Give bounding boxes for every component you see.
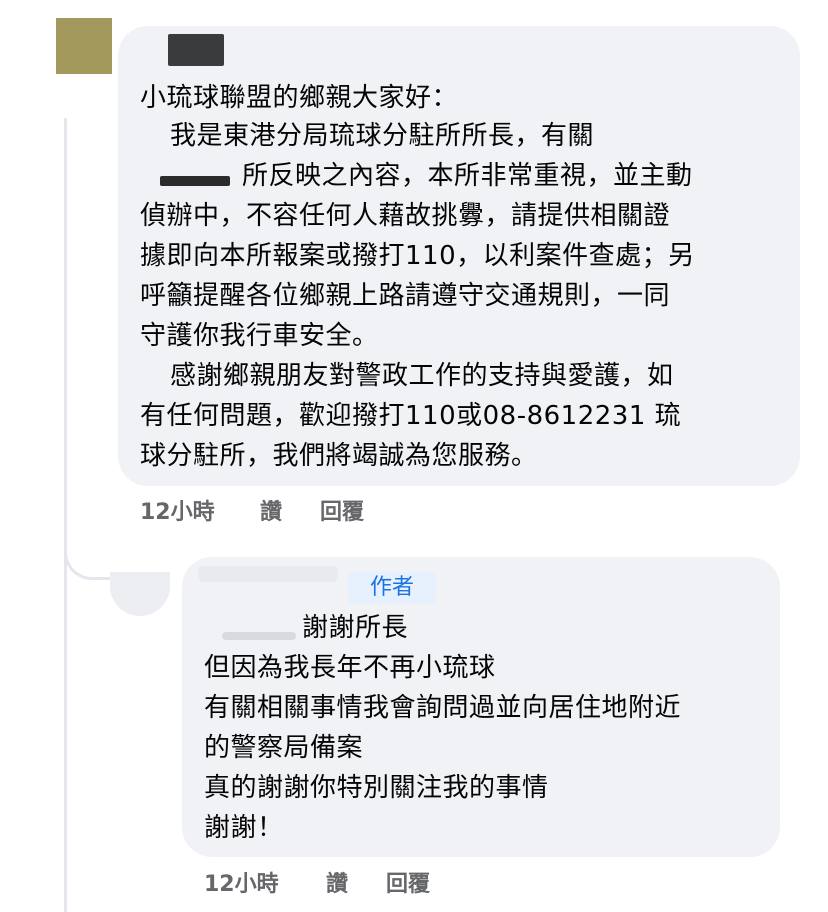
timestamp[interactable]: 12小時 [140, 498, 215, 528]
redacted-author-name[interactable] [168, 34, 224, 66]
comment-actions: 12小時 讚 回覆 [0, 498, 828, 528]
reply-button[interactable]: 回覆 [320, 498, 364, 528]
avatar[interactable] [110, 572, 170, 616]
redacted-text [160, 176, 230, 186]
reply-actions: 12小時 讚 回覆 [0, 870, 828, 900]
avatar[interactable] [56, 18, 112, 74]
comment-text-line: 偵辦中，不容任何人藉故挑釁，請提供相關證 [140, 201, 671, 231]
comment-text-line: 據即向本所報案或撥打110，以利案件查處；另 [140, 241, 695, 271]
comment-text-line: 感謝鄉親朋友對警政工作的支持與愛護，如 [170, 361, 674, 391]
redacted-text [222, 632, 296, 640]
comment-text-line: 守護你我行車安全。 [140, 321, 379, 351]
like-button[interactable]: 讚 [260, 498, 282, 528]
comment-text-line: 小琉球聯盟的鄉親大家好： [140, 83, 459, 113]
reply-text-line: 謝謝所長 [302, 613, 409, 643]
reply-text-line: 但因為我長年不再小琉球 [204, 653, 496, 683]
reply-button[interactable]: 回覆 [386, 870, 430, 900]
comment-text-line: 我是東港分局琉球分駐所所長，有關 [170, 121, 595, 151]
redacted-author-name[interactable] [198, 566, 338, 582]
reply-text-line: 有關相關事情我會詢問過並向居住地附近 [204, 693, 682, 723]
like-button[interactable]: 讚 [326, 870, 348, 900]
reply-text-line: 真的謝謝你特別關注我的事情 [204, 773, 549, 803]
comment-text-line: 所反映之內容，本所非常重視，並主動 [242, 161, 693, 191]
comment-text-line: 有任何問題，歡迎撥打110或08-8612231 琉 [140, 401, 682, 431]
author-badge: 作者 [348, 572, 436, 604]
timestamp[interactable]: 12小時 [204, 870, 279, 900]
comment-text-line: 球分駐所，我們將竭誠為您服務。 [140, 441, 538, 471]
reply-text-line: 謝謝！ [204, 813, 284, 843]
reply-text-line: 的警察局備案 [204, 733, 364, 763]
comment-text-line: 呼籲提醒各位鄉親上路請遵守交通規則，一同 [140, 281, 671, 311]
